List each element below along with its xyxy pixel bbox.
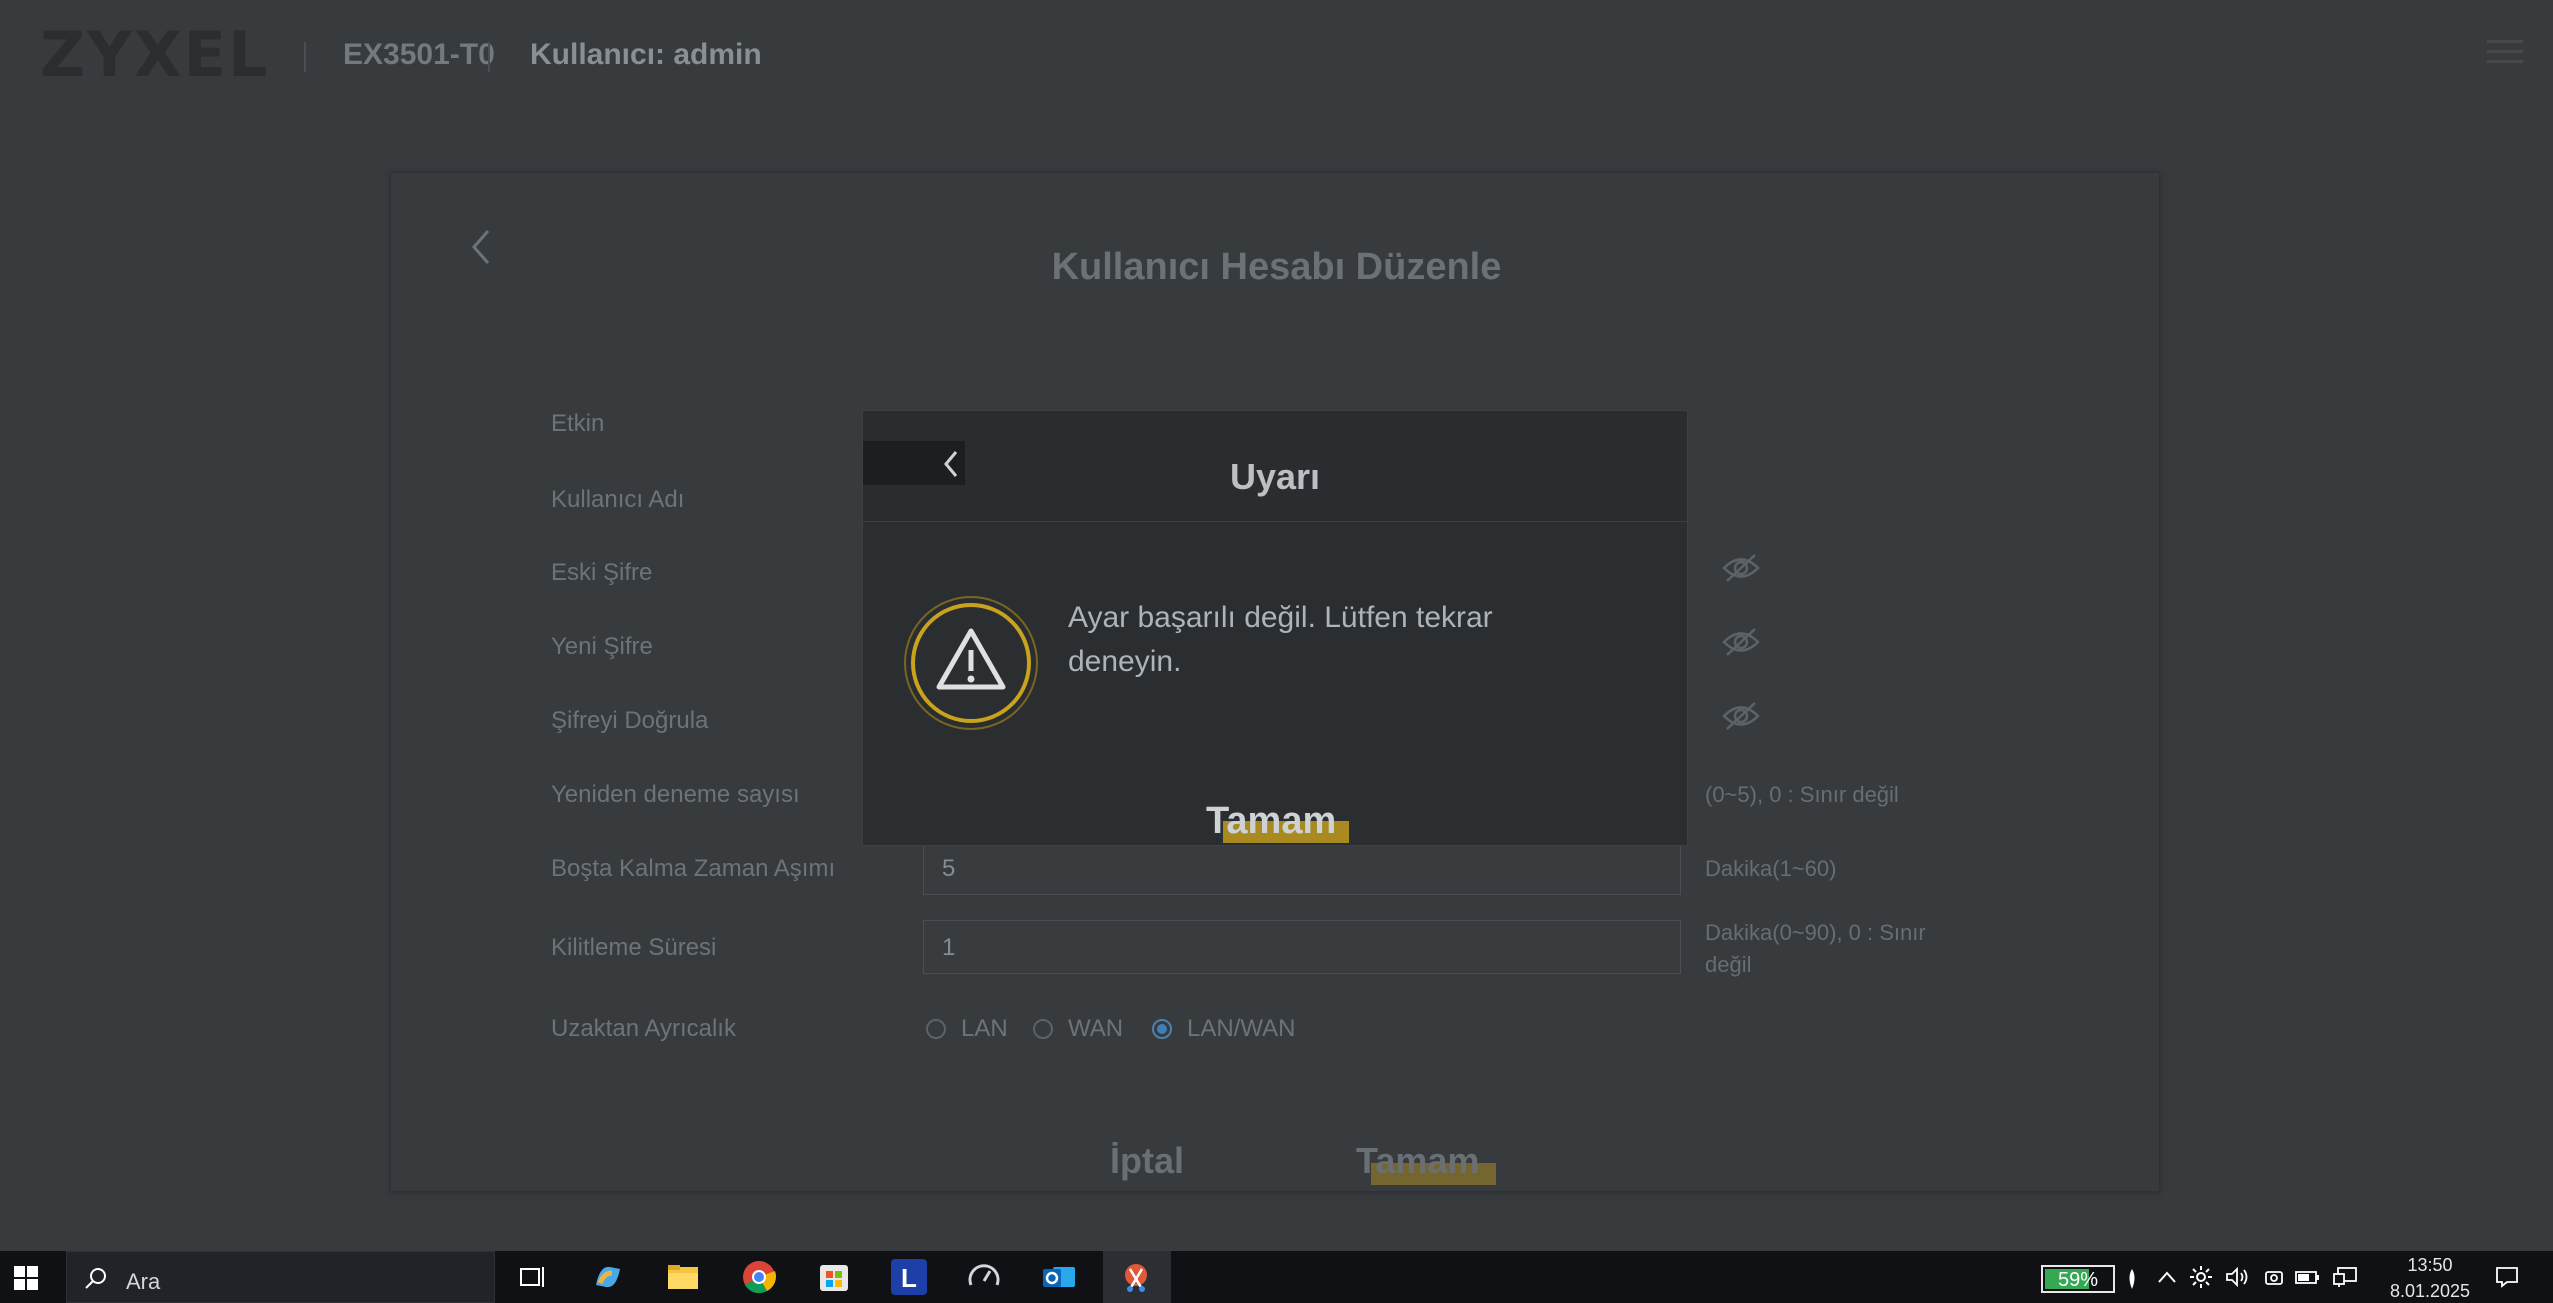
top-header: ZYXEL EX3501-T0 Kullanıcı: admin [0,0,2553,115]
lockout-period-label: Kilitleme Süresi [551,934,717,961]
cancel-button[interactable]: İptal [1110,1140,1184,1182]
outlook-icon[interactable] [1041,1259,1077,1295]
radio-lan-label: LAN [961,1015,1008,1042]
camera-icon[interactable] [2264,1267,2284,1292]
battery-percent: 59% [2057,1269,2099,1291]
radio-wan[interactable] [1033,1019,1053,1039]
header-divider [304,42,306,72]
enabled-label: Etkin [551,410,605,437]
store-icon[interactable] [816,1259,852,1295]
snipping-tool-icon[interactable] [1118,1259,1154,1295]
dialog-title: Uyarı [1229,456,1321,497]
chrome-icon[interactable] [741,1259,777,1295]
clock-date[interactable]: 8.01.2025 [2370,1281,2490,1302]
warning-dialog: Uyarı Ayar başarılı değil. Lütfen tekrar… [862,410,1688,846]
menu-icon[interactable] [2487,40,2523,70]
lockout-period-input[interactable]: 1 [923,920,1681,974]
power-plug-icon [2125,1267,2139,1296]
search-placeholder: Ara [126,1269,161,1294]
page-title: Kullanıcı Hesabı Düzenle [1051,246,1502,288]
dialog-ok-button[interactable]: Tamam [1206,800,1336,843]
battery-tray-icon[interactable] [2295,1268,2321,1291]
l-app-icon[interactable]: L [891,1259,927,1295]
idle-timeout-input[interactable]: 5 [923,841,1681,895]
retry-hint: (0~5), 0 : Sınır değil [1705,782,1899,807]
file-explorer-icon[interactable] [665,1259,701,1295]
radio-wan-label: WAN [1068,1015,1124,1042]
copilot-icon[interactable] [590,1259,626,1295]
eye-slash-icon[interactable] [1722,701,1760,736]
svg-text:L: L [901,1263,917,1293]
retry-count-label: Yeniden deneme sayısı [551,781,800,808]
verify-password-label: Şifreyi Doğrula [551,707,709,734]
idle-timeout-value: 5 [942,855,956,882]
speedometer-icon[interactable] [966,1259,1002,1295]
dialog-message: Ayar başarılı değil. Lütfen tekrar deney… [1068,601,1493,678]
eye-slash-icon[interactable] [1722,627,1760,662]
username-label: Kullanıcı Adı [551,486,685,513]
current-user: Kullanıcı: admin [530,38,762,71]
battery-indicator[interactable]: 59% [2041,1265,2115,1293]
ok-button[interactable]: Tamam [1356,1140,1479,1182]
clock-time[interactable]: 13:50 [2380,1255,2480,1276]
volume-icon[interactable] [2225,1266,2249,1292]
search-icon [84,1266,108,1295]
warning-icon [903,595,1039,731]
windows-start-icon[interactable] [14,1266,38,1295]
old-password-label: Eski Şifre [551,559,653,586]
eye-slash-icon[interactable] [1722,553,1760,588]
zyxel-logo: ZYXEL [40,18,270,91]
remote-privilege-label: Uzaktan Ayrıcalık [551,1015,736,1042]
lockout-hint-line1: Dakika(0~90), 0 : Sınır [1705,920,1926,945]
radio-lan-wan[interactable] [1152,1019,1172,1039]
header-divider [488,42,490,72]
new-password-label: Yeni Şifre [551,633,653,660]
chevron-up-icon[interactable] [2157,1270,2177,1289]
notification-center-icon[interactable] [2495,1266,2519,1293]
network-icon[interactable] [2333,1266,2357,1293]
radio-lan-wan-label: LAN/WAN [1187,1015,1296,1042]
idle-timeout-hint: Dakika(1~60) [1705,856,1837,881]
brightness-icon[interactable] [2190,1266,2212,1293]
lockout-period-value: 1 [942,934,956,961]
idle-timeout-label: Boşta Kalma Zaman Aşımı [551,855,836,882]
lockout-hint-line2: değil [1705,952,1752,977]
task-view-icon[interactable] [515,1259,551,1295]
radio-lan[interactable] [926,1019,946,1039]
model-name: EX3501-T0 [343,38,495,71]
